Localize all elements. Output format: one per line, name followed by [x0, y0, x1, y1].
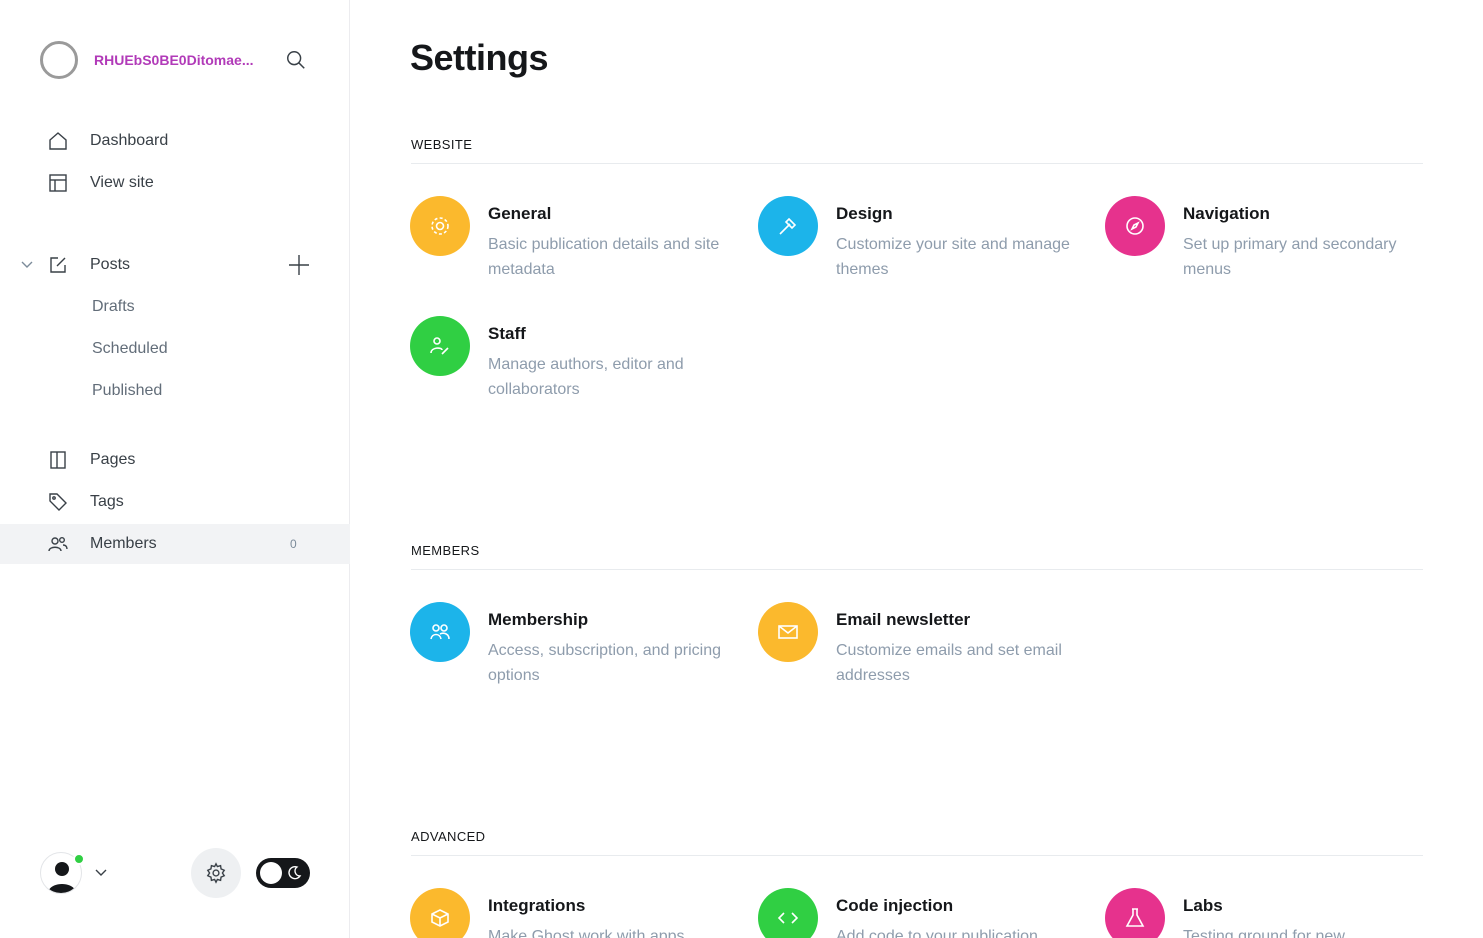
settings-card-email-newsletter[interactable]: Email newsletter Customize emails and se… — [758, 602, 1078, 692]
online-status-dot — [73, 853, 85, 865]
sidebar-item-pages[interactable]: Pages — [0, 440, 350, 480]
sidebar-item-label: Members — [90, 535, 157, 552]
envelope-icon — [758, 602, 818, 662]
card-description: Manage authors, editor and collaborators — [488, 356, 684, 398]
gear-icon — [410, 196, 470, 256]
settings-card-integrations[interactable]: Integrations Make Ghost work with apps — [410, 888, 730, 938]
card-title: Integrations — [488, 896, 586, 915]
card-title: Membership — [488, 610, 589, 629]
brush-icon — [758, 196, 818, 256]
section-heading-label: WEBSITE — [411, 137, 473, 152]
sidebar-item-label: Dashboard — [90, 132, 169, 149]
moon-icon — [288, 865, 302, 880]
user-edit-icon — [410, 316, 470, 376]
sidebar-item-scheduled[interactable]: Scheduled — [0, 329, 350, 369]
sidebar-item-label: Pages — [90, 451, 136, 468]
card-title: Email newsletter — [836, 610, 971, 629]
tag-icon — [48, 492, 68, 512]
sidebar-item-dashboard[interactable]: Dashboard — [0, 121, 350, 161]
layout-icon — [48, 173, 68, 193]
page-icon — [48, 450, 68, 470]
sidebar-item-label: View site — [90, 174, 154, 191]
sidebar: RHUEbS0BE0Ditomae... Dashboard View site — [0, 0, 350, 938]
new-post-plus-icon[interactable] — [286, 252, 312, 278]
section-heading-label: ADVANCED — [411, 829, 486, 844]
search-icon[interactable] — [282, 46, 310, 74]
card-description: Basic publication details and site metad… — [488, 236, 720, 278]
card-description: Testing ground for new — [1183, 928, 1345, 938]
sidebar-item-view-site[interactable]: View site — [0, 163, 350, 203]
members-icon — [48, 534, 68, 554]
gear-icon — [206, 862, 226, 884]
section-heading-label: MEMBERS — [411, 543, 480, 558]
edit-icon — [48, 255, 68, 275]
home-icon — [48, 131, 68, 151]
sidebar-item-label: Scheduled — [92, 340, 168, 357]
card-title: Staff — [488, 324, 526, 343]
card-description: Customize emails and set email addresses — [836, 642, 1062, 684]
main-content: Settings WEBSITE General Basic publicati… — [350, 0, 1483, 938]
sidebar-item-published[interactable]: Published — [0, 371, 350, 411]
section-heading-members: MEMBERS — [411, 542, 1423, 570]
members-count: 0 — [290, 537, 297, 551]
sidebar-item-posts[interactable]: Posts — [0, 245, 350, 285]
compass-icon — [1105, 196, 1165, 256]
dark-mode-toggle[interactable] — [256, 858, 310, 888]
settings-card-design[interactable]: Design Customize your site and manage th… — [758, 196, 1078, 286]
members-icon — [410, 602, 470, 662]
settings-card-general[interactable]: General Basic publication details and si… — [410, 196, 730, 286]
box-icon — [410, 888, 470, 938]
settings-card-labs[interactable]: Labs Testing ground for new — [1105, 888, 1425, 938]
card-title: General — [488, 204, 552, 223]
sidebar-item-members[interactable]: Members 0 — [0, 524, 350, 564]
card-title: Navigation — [1183, 204, 1270, 223]
sidebar-item-label: Posts — [90, 256, 131, 273]
site-title[interactable]: RHUEbS0BE0Ditomae... — [94, 52, 262, 68]
toggle-knob — [260, 862, 282, 884]
card-description: Make Ghost work with apps — [488, 928, 685, 938]
sidebar-item-drafts[interactable]: Drafts — [0, 287, 350, 327]
site-logo[interactable] — [40, 41, 78, 79]
page-title: Settings — [410, 37, 549, 78]
card-description: Access, subscription, and pricing option… — [488, 642, 721, 684]
card-title: Design — [836, 204, 893, 223]
sidebar-item-tags[interactable]: Tags — [0, 482, 350, 522]
card-description: Set up primary and secondary menus — [1183, 236, 1397, 278]
card-title: Code injection — [836, 896, 954, 915]
card-description: Customize your site and manage themes — [836, 236, 1070, 278]
flask-icon — [1105, 888, 1165, 938]
sidebar-item-label: Tags — [90, 493, 124, 510]
chevron-down-icon[interactable] — [20, 259, 34, 271]
card-description: Add code to your publication — [836, 928, 1038, 938]
sidebar-item-label: Drafts — [92, 298, 135, 315]
settings-gear-button[interactable] — [191, 848, 241, 898]
settings-card-code-injection[interactable]: Code injection Add code to your publicat… — [758, 888, 1078, 938]
card-title: Labs — [1183, 896, 1223, 915]
section-heading-website: WEBSITE — [411, 136, 1423, 164]
chevron-down-icon[interactable] — [93, 866, 109, 880]
settings-card-membership[interactable]: Membership Access, subscription, and pri… — [410, 602, 730, 692]
sidebar-item-label: Published — [92, 382, 163, 399]
code-icon — [758, 888, 818, 938]
app: RHUEbS0BE0Ditomae... Dashboard View site — [0, 0, 1483, 938]
settings-card-navigation[interactable]: Navigation Set up primary and secondary … — [1105, 196, 1425, 286]
settings-card-staff[interactable]: Staff Manage authors, editor and collabo… — [410, 316, 730, 406]
section-heading-advanced: ADVANCED — [411, 828, 1423, 856]
